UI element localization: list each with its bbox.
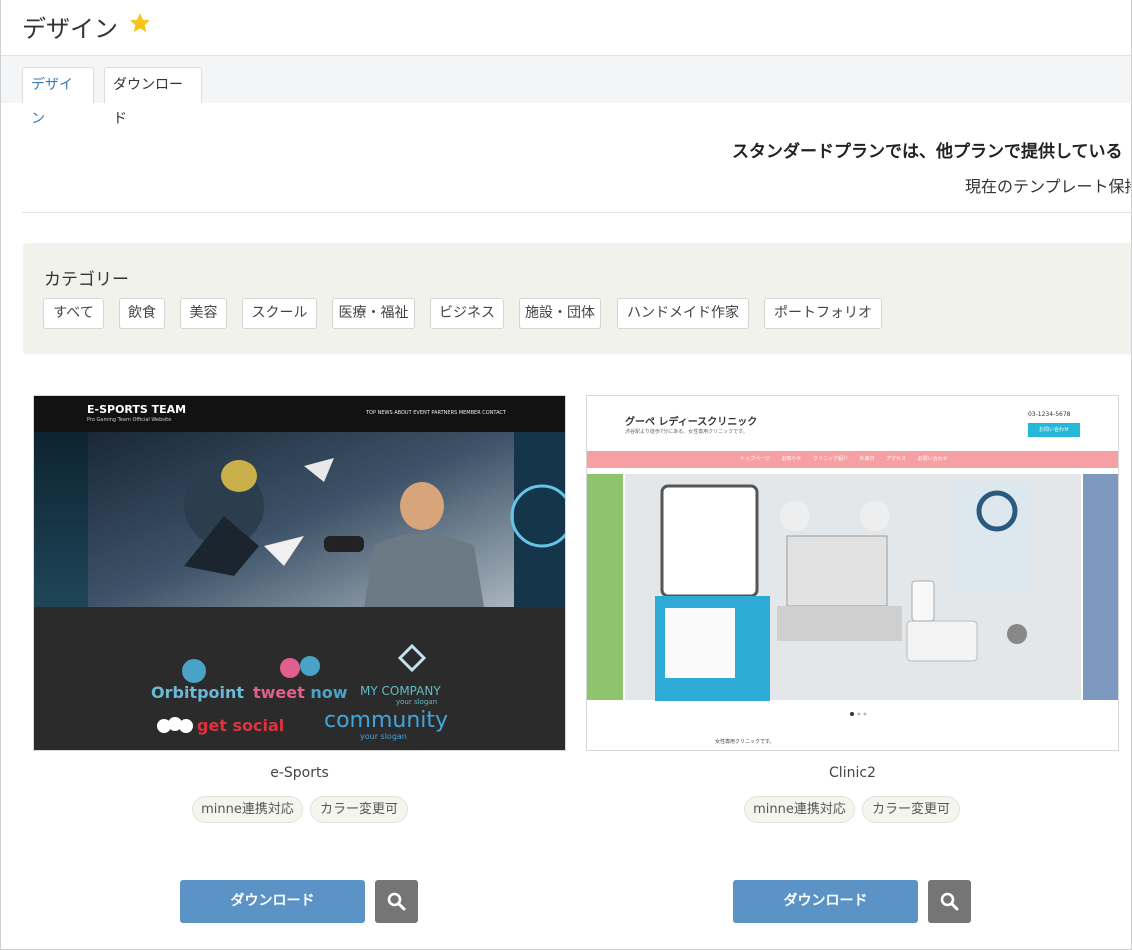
tag-minne: minne連携対応 <box>744 796 855 823</box>
preview-search-button[interactable] <box>375 880 418 923</box>
search-icon <box>387 892 406 911</box>
esports-preview-subtitle: Pro Gaming Team Official Website <box>87 417 172 423</box>
logo-tweet-now: tweet now <box>253 683 348 702</box>
category-handmade-button[interactable]: ハンドメイド作家 <box>617 298 749 329</box>
preview-nav-item: PARTNERS <box>431 410 458 416</box>
category-all-button[interactable]: すべて <box>43 298 104 329</box>
template-thumbnail[interactable]: グーペ レディースクリニック 渋谷駅より徒歩7分にある、女性専用クリニックです。… <box>586 395 1119 751</box>
logo-orbitpoint: Orbitpoint <box>151 683 245 702</box>
preview-nav-item: EVENT <box>413 410 430 416</box>
template-name: e-Sports <box>270 765 329 781</box>
category-facility-button[interactable]: 施設・団体 <box>519 298 601 329</box>
tab-design[interactable]: デザイン <box>22 67 94 127</box>
preview-nav-item: クリニック紹介 <box>813 456 849 462</box>
logo-community: community <box>324 708 449 733</box>
category-filter: カテゴリー すべて 飲食 美容 スクール 医療・福祉 ビジネス 施設・団体 ハン… <box>23 243 1131 354</box>
logo-tweet-text: tweet <box>253 683 305 702</box>
clinic-preview-subtitle: 渋谷駅より徒歩7分にある、女性専用クリニックです。 <box>625 429 748 435</box>
divider <box>22 212 1131 213</box>
clinic-preview-body-heading: 女性専用クリニックです。 <box>715 739 775 745</box>
preview-nav-item: 外来日 <box>859 456 875 462</box>
logo-mycompany-slogan: your slogan <box>396 698 438 706</box>
category-title: カテゴリー <box>44 270 129 290</box>
notice-text: 現在のテンプレート保持 <box>965 177 1132 196</box>
plan-notice: スタンダードプランでは、他プランで提供している「有料 現在のテンプレート保持 <box>1 103 1132 213</box>
star-icon[interactable] <box>128 11 152 35</box>
template-name: Clinic2 <box>829 765 876 781</box>
app-frame: デザイン デザイン ダウンロード スタンダードプランでは、他プランで提供している… <box>0 0 1132 950</box>
preview-nav-item: お問い合わせ <box>917 456 948 462</box>
tab-bar: デザイン ダウンロード <box>1 56 1131 127</box>
preview-nav-item: お知らせ <box>781 456 802 462</box>
clinic-preview-phone: 03-1234-5678 <box>1028 411 1071 418</box>
logo-now-text: now <box>310 683 348 702</box>
preview-nav-item: CONTACT <box>482 410 506 416</box>
preview-nav-item: ABOUT <box>394 410 412 416</box>
clinic-preview-image <box>587 396 1118 750</box>
tag-color-change: カラー変更可 <box>310 796 408 823</box>
preview-nav-item: アクセス <box>886 456 906 462</box>
download-button[interactable]: ダウンロード <box>733 880 918 923</box>
download-button[interactable]: ダウンロード <box>180 880 365 923</box>
template-thumbnail[interactable]: E-SPORTS TEAM Pro Gaming Team Official W… <box>33 395 566 751</box>
page-title: デザイン <box>22 15 118 43</box>
search-icon <box>940 892 959 911</box>
clinic-preview-title: グーペ レディースクリニック <box>625 417 758 428</box>
category-school-button[interactable]: スクール <box>242 298 317 329</box>
category-portfolio-button[interactable]: ポートフォリオ <box>764 298 882 329</box>
preview-nav-item: MEMBER <box>458 410 481 416</box>
category-business-button[interactable]: ビジネス <box>430 298 504 329</box>
category-food-button[interactable]: 飲食 <box>119 298 165 329</box>
preview-nav-item: NEWS <box>377 410 393 416</box>
clinic-preview-nav: トップページ お知らせ クリニック紹介 外来日 アクセス お問い合わせ <box>740 455 948 462</box>
tag-color-change: カラー変更可 <box>862 796 960 823</box>
preview-search-button[interactable] <box>928 880 971 923</box>
tab-download[interactable]: ダウンロード <box>104 67 202 127</box>
logo-mycompany: MY COMPANY <box>360 684 441 698</box>
esports-preview-title: E-SPORTS TEAM <box>87 403 187 416</box>
tag-minne: minne連携対応 <box>192 796 303 823</box>
logo-community-slogan: your slogan <box>360 732 407 741</box>
preview-nav-item: TOP <box>366 410 377 416</box>
page-header: デザイン <box>1 0 1131 56</box>
preview-nav-item: トップページ <box>740 456 770 462</box>
esports-preview-nav: TOP NEWS ABOUT EVENT PARTNERS MEMBER CON… <box>366 410 506 416</box>
category-beauty-button[interactable]: 美容 <box>180 298 227 329</box>
clinic-preview-contact-button: お問い合わせ <box>1038 427 1069 433</box>
notice-heading: スタンダードプランでは、他プランで提供している「有料 <box>732 142 1132 162</box>
logo-getsocial: get social <box>197 716 285 735</box>
category-medical-button[interactable]: 医療・福祉 <box>332 298 415 329</box>
